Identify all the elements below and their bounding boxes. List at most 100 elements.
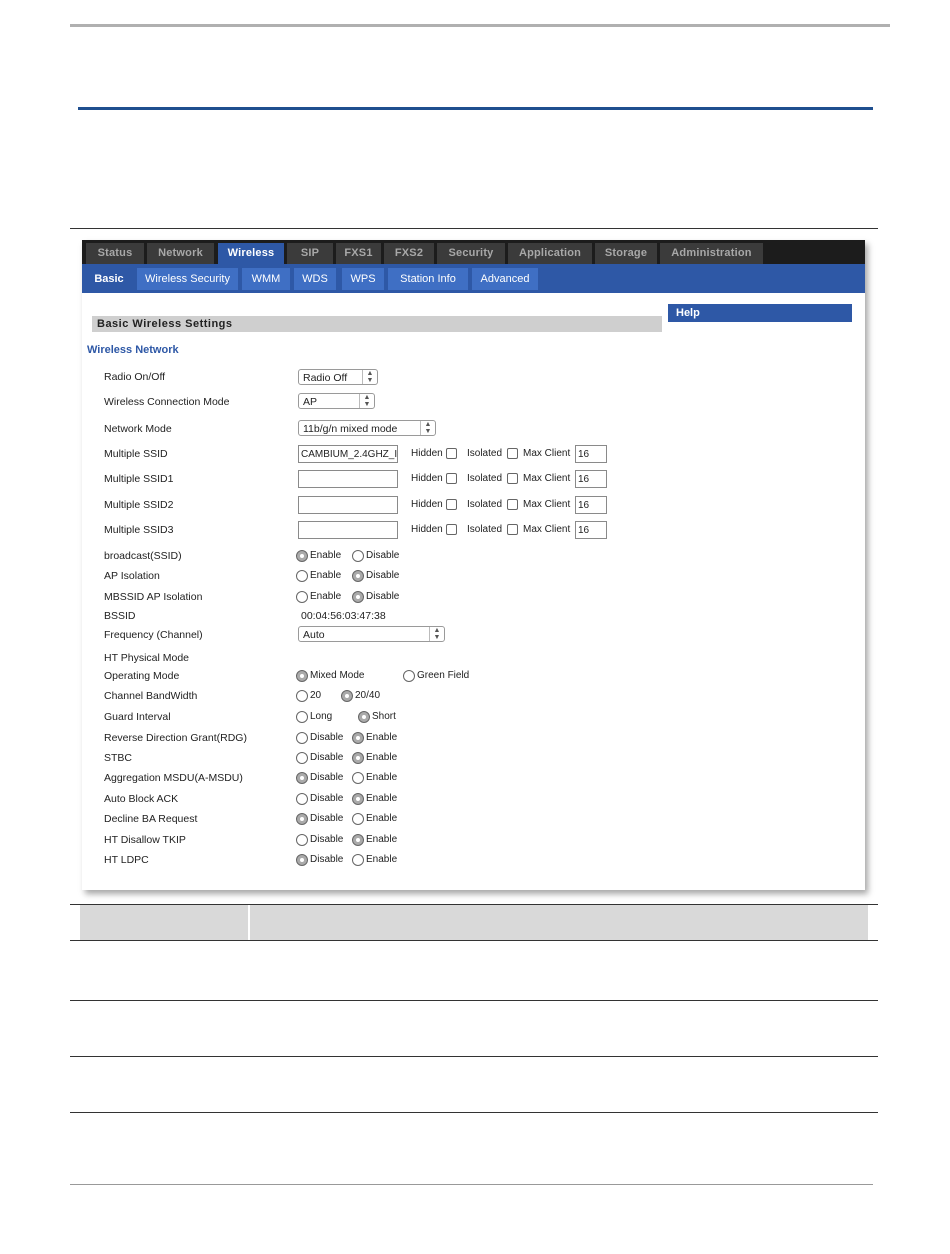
decline-ba-request-option-a: Disable xyxy=(310,813,344,824)
operating-mode-radio-a[interactable] xyxy=(296,670,308,682)
ht-ldpc-option-b: Enable xyxy=(366,854,398,865)
decline-ba-request-radio-b[interactable] xyxy=(352,813,364,825)
mbssid-ap-isolation-radio-b[interactable] xyxy=(352,591,364,603)
tab-fxs1[interactable]: FXS1 xyxy=(336,243,381,264)
amsdu-radio-a[interactable] xyxy=(296,772,308,784)
radio-label: Radio On/Off xyxy=(104,371,166,383)
hidden-label: Hidden xyxy=(411,448,443,459)
tab-security[interactable]: Security xyxy=(437,243,505,264)
tab-administration[interactable]: Administration xyxy=(660,243,763,264)
amsdu-option-a: Disable xyxy=(310,772,344,783)
channel-bandwidth-radio-b[interactable] xyxy=(341,690,353,702)
ht-ldpc-radio-b[interactable] xyxy=(352,854,364,866)
ap-isolation-radio-b[interactable] xyxy=(352,570,364,582)
mbssid-ap-isolation-label: MBSSID AP Isolation xyxy=(104,591,203,603)
subtab-basic[interactable]: Basic xyxy=(87,268,131,290)
isolated-checkbox[interactable] xyxy=(507,448,518,459)
decline-ba-request-label: Decline BA Request xyxy=(104,813,198,825)
subtab-wds[interactable]: WDS xyxy=(294,268,336,290)
subtab-station-info[interactable]: Station Info xyxy=(388,268,468,290)
hidden-checkbox[interactable] xyxy=(446,524,457,535)
ht-physical-mode-label: HT Physical Mode xyxy=(104,652,190,664)
ap-isolation-label: AP Isolation xyxy=(104,570,160,582)
stbc-radio-a[interactable] xyxy=(296,752,308,764)
ht-disallow-tkip-option-a: Disable xyxy=(310,834,344,845)
frequency-select[interactable]: Auto ▲ ▼ xyxy=(298,626,445,642)
tab-status[interactable]: Status xyxy=(86,243,144,264)
channel-bandwidth-option-b: 20/40 xyxy=(355,690,381,701)
isolated-checkbox[interactable] xyxy=(507,524,518,535)
frequency-label: Frequency (Channel) xyxy=(104,629,203,641)
max-client-input[interactable]: 16 xyxy=(575,521,607,539)
rdg-label: Reverse Direction Grant(RDG) xyxy=(104,732,247,744)
broadcast-ssid-option-b: Disable xyxy=(366,550,400,561)
auto-block-ack-option-a: Disable xyxy=(310,793,344,804)
ssid-input[interactable] xyxy=(298,470,398,488)
subtab-wireless-security[interactable]: Wireless Security xyxy=(137,268,238,290)
isolated-label: Isolated xyxy=(467,448,503,459)
hidden-label: Hidden xyxy=(411,473,443,484)
tab-application[interactable]: Application xyxy=(508,243,592,264)
operating-mode-radio-b[interactable] xyxy=(403,670,415,682)
hidden-checkbox[interactable] xyxy=(446,473,457,484)
table-header-edge xyxy=(868,904,878,940)
select-arrows-icon: ▲ ▼ xyxy=(429,627,444,641)
ht-disallow-tkip-radio-a[interactable] xyxy=(296,834,308,846)
rdg-option-a: Disable xyxy=(310,732,344,743)
amsdu-option-b: Enable xyxy=(366,772,398,783)
mbssid-ap-isolation-option-a: Enable xyxy=(310,591,342,602)
tab-wireless[interactable]: Wireless xyxy=(218,243,284,264)
subtab-wps[interactable]: WPS xyxy=(342,268,384,290)
radio-select-value: Radio Off xyxy=(303,372,348,384)
isolated-checkbox[interactable] xyxy=(507,473,518,484)
guard-interval-radio-b[interactable] xyxy=(358,711,370,723)
ssid-input[interactable] xyxy=(298,496,398,514)
stbc-option-a: Disable xyxy=(310,752,344,763)
tab-sip[interactable]: SIP xyxy=(287,243,333,264)
ssid-input[interactable]: CAMBIUM_2.4GHZ_I xyxy=(298,445,398,463)
conn-mode-select[interactable]: AP ▲ ▼ xyxy=(298,393,375,409)
isolated-checkbox[interactable] xyxy=(507,499,518,510)
ht-ldpc-radio-a[interactable] xyxy=(296,854,308,866)
ht-disallow-tkip-label: HT Disallow TKIP xyxy=(104,834,186,846)
auto-block-ack-radio-a[interactable] xyxy=(296,793,308,805)
wireless-network-heading: Wireless Network xyxy=(87,344,179,356)
decline-ba-request-option-b: Enable xyxy=(366,813,398,824)
subtab-advanced[interactable]: Advanced xyxy=(472,268,538,290)
ssid-label: Multiple SSID2 xyxy=(104,499,174,511)
auto-block-ack-radio-b[interactable] xyxy=(352,793,364,805)
max-client-input[interactable]: 16 xyxy=(575,445,607,463)
ht-disallow-tkip-option-b: Enable xyxy=(366,834,398,845)
net-mode-select[interactable]: 11b/g/n mixed mode ▲ ▼ xyxy=(298,420,436,436)
rdg-radio-a[interactable] xyxy=(296,732,308,744)
broadcast-ssid-radio-a[interactable] xyxy=(296,550,308,562)
broadcast-ssid-radio-b[interactable] xyxy=(352,550,364,562)
channel-bandwidth-radio-a[interactable] xyxy=(296,690,308,702)
stbc-radio-b[interactable] xyxy=(352,752,364,764)
tab-storage[interactable]: Storage xyxy=(595,243,657,264)
hidden-checkbox[interactable] xyxy=(446,448,457,459)
section-title: Basic Wireless Settings xyxy=(92,316,662,332)
channel-bandwidth-label: Channel BandWidth xyxy=(104,690,198,702)
net-mode-value: 11b/g/n mixed mode xyxy=(303,423,398,435)
operating-mode-label: Operating Mode xyxy=(104,670,180,682)
tab-network[interactable]: Network xyxy=(147,243,214,264)
max-client-input[interactable]: 16 xyxy=(575,496,607,514)
router-ui-screenshot: Status Network Wireless SIP FXS1 FXS2 Se… xyxy=(82,240,865,890)
guard-interval-radio-a[interactable] xyxy=(296,711,308,723)
amsdu-radio-b[interactable] xyxy=(352,772,364,784)
ssid-label: Multiple SSID3 xyxy=(104,524,174,536)
hidden-checkbox[interactable] xyxy=(446,499,457,510)
rdg-radio-b[interactable] xyxy=(352,732,364,744)
decline-ba-request-radio-a[interactable] xyxy=(296,813,308,825)
footer-rule xyxy=(70,1184,873,1185)
max-client-input[interactable]: 16 xyxy=(575,470,607,488)
ht-disallow-tkip-radio-b[interactable] xyxy=(352,834,364,846)
tab-fxs2[interactable]: FXS2 xyxy=(384,243,434,264)
subtab-wmm[interactable]: WMM xyxy=(242,268,290,290)
ssid-input[interactable] xyxy=(298,521,398,539)
radio-select[interactable]: Radio Off ▲ ▼ xyxy=(298,369,378,385)
ap-isolation-radio-a[interactable] xyxy=(296,570,308,582)
conn-mode-label: Wireless Connection Mode xyxy=(104,396,230,408)
mbssid-ap-isolation-radio-a[interactable] xyxy=(296,591,308,603)
